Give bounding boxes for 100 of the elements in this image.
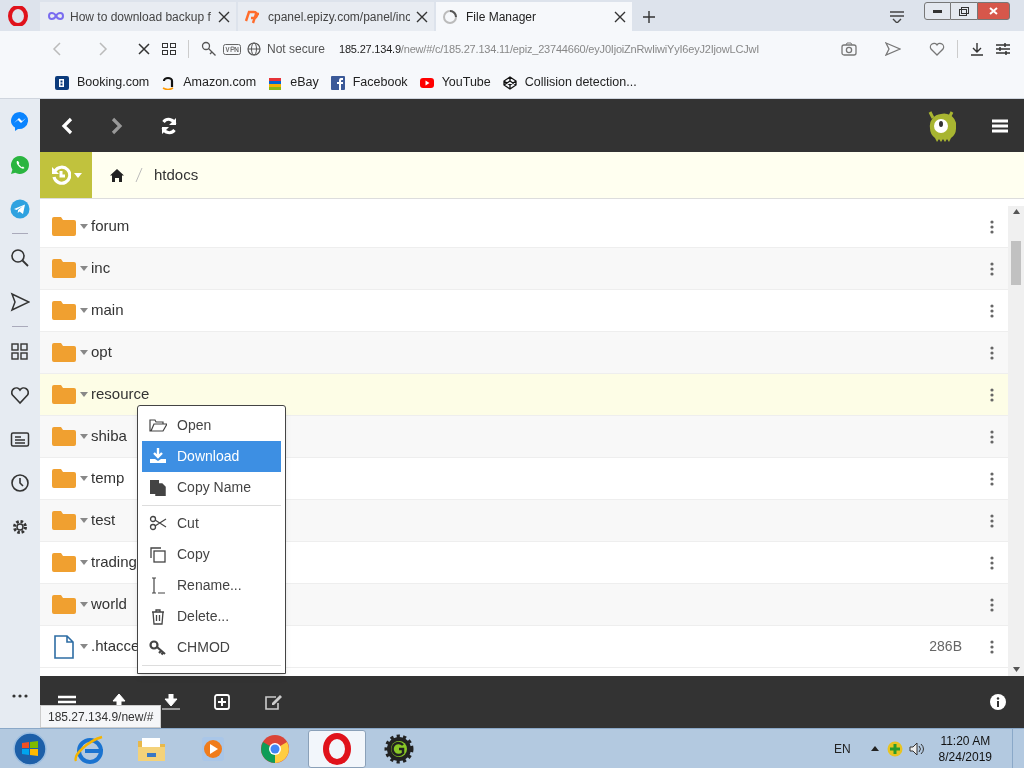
bookmark-link[interactable]: YouTube xyxy=(441,73,491,92)
window-close-button[interactable] xyxy=(977,2,1010,20)
file-row[interactable]: inc xyxy=(40,248,1008,290)
menu-icon[interactable] xyxy=(992,118,1008,133)
home-icon[interactable] xyxy=(110,168,124,182)
kebab-icon[interactable] xyxy=(990,303,994,318)
address-field[interactable]: 185.27.134.9/new/#/c/185.27.134.11/epiz_23744660/eyJ0IjoiZnRwIiwiYyI6eyJ2IjowLCJwI xyxy=(339,40,829,58)
caret-icon[interactable] xyxy=(80,308,88,313)
ebay-logo-icon xyxy=(268,75,283,90)
scrollbar[interactable] xyxy=(1008,206,1024,676)
telegram-icon[interactable] xyxy=(10,199,30,219)
caret-icon[interactable] xyxy=(80,224,88,229)
menu-item[interactable]: Cut xyxy=(142,508,281,539)
file-row[interactable]: resource xyxy=(40,374,1008,416)
browser-tab[interactable]: File Manager xyxy=(436,2,632,31)
browser-tab[interactable]: How to download backup f xyxy=(40,2,236,31)
file-name: shiba xyxy=(91,426,127,447)
minimize-button[interactable] xyxy=(924,2,951,20)
kebab-icon[interactable] xyxy=(990,429,994,444)
tray-arrow-icon[interactable] xyxy=(870,746,879,751)
download-icon[interactable] xyxy=(970,42,984,56)
clock-date[interactable]: 8/24/2019 xyxy=(938,748,992,765)
folder-icon xyxy=(52,259,76,278)
menu-item[interactable]: Copy xyxy=(142,539,281,570)
bookmark-link[interactable]: Amazon.com xyxy=(183,73,257,92)
kebab-icon[interactable] xyxy=(990,513,994,528)
send-icon[interactable] xyxy=(10,292,30,312)
refresh-icon[interactable] xyxy=(160,116,178,135)
kebab-icon[interactable] xyxy=(990,219,994,234)
facebook-logo-icon xyxy=(330,75,345,90)
stop-icon[interactable] xyxy=(138,43,150,55)
news-icon[interactable] xyxy=(10,429,30,449)
taskbar-app-button[interactable] xyxy=(308,729,366,768)
caret-icon[interactable] xyxy=(80,560,88,565)
caret-icon[interactable] xyxy=(80,266,88,271)
close-icon[interactable] xyxy=(614,10,626,23)
caret-icon[interactable] xyxy=(80,518,88,523)
scrollbar-thumb[interactable] xyxy=(1011,241,1021,285)
caret-icon[interactable] xyxy=(80,434,88,439)
history-icon xyxy=(50,165,71,185)
messenger-icon[interactable] xyxy=(10,111,30,131)
bookmark-link[interactable]: Collision detection... xyxy=(524,73,637,92)
bookmark-link[interactable]: Booking.com xyxy=(77,73,150,92)
file-name: world xyxy=(91,594,127,615)
search-icon[interactable] xyxy=(10,248,30,268)
speed-dial-icon[interactable] xyxy=(10,341,30,361)
youtube-logo-icon xyxy=(419,75,434,90)
kebab-icon[interactable] xyxy=(990,597,994,612)
caret-icon[interactable] xyxy=(80,392,88,397)
kebab-icon[interactable] xyxy=(990,639,994,654)
settings-icon[interactable] xyxy=(10,517,30,537)
tab-menu-icon[interactable] xyxy=(890,10,904,23)
clock-icon[interactable] xyxy=(10,473,30,493)
tabs-grid-icon[interactable] xyxy=(162,43,176,55)
caret-icon[interactable] xyxy=(80,476,88,481)
edit-icon[interactable] xyxy=(264,694,282,710)
caret-icon xyxy=(73,172,82,178)
key-icon xyxy=(149,639,167,656)
status-url-tooltip: 185.27.134.9/new/# xyxy=(40,705,162,728)
clock-time[interactable]: 11:20 AM xyxy=(940,732,991,749)
caret-icon[interactable] xyxy=(80,644,88,649)
settings-icon[interactable] xyxy=(996,42,1010,56)
file-name: .htacce xyxy=(91,636,140,657)
file-name: test xyxy=(91,510,116,531)
info-icon[interactable] xyxy=(990,694,1006,710)
kebab-icon[interactable] xyxy=(990,345,994,360)
language-indicator[interactable]: EN xyxy=(833,739,851,758)
bookmark-link[interactable]: eBay xyxy=(290,73,319,92)
menu-item[interactable]: CHMOD xyxy=(142,632,281,663)
browser-tab[interactable]: cpanel.epizy.com/panel/inc xyxy=(238,2,434,31)
breadcrumb-link[interactable]: htdocs xyxy=(154,163,199,187)
folder-icon xyxy=(52,301,76,320)
kebab-icon[interactable] xyxy=(990,387,994,402)
close-icon[interactable] xyxy=(416,10,428,23)
add-icon[interactable] xyxy=(214,694,230,710)
file-name: opt xyxy=(91,342,112,363)
bookmark-link[interactable]: Facebook xyxy=(352,73,408,92)
menu-item[interactable]: Copy Name xyxy=(142,472,281,503)
kebab-icon[interactable] xyxy=(990,261,994,276)
folder-icon xyxy=(52,553,76,572)
volume-icon[interactable] xyxy=(908,741,925,756)
file-row[interactable]: opt xyxy=(40,332,1008,374)
heart-icon[interactable] xyxy=(10,385,30,405)
kebab-icon[interactable] xyxy=(990,471,994,486)
download-icon xyxy=(149,448,167,465)
file-name: trading xyxy=(91,552,137,573)
camera-icon[interactable] xyxy=(841,42,857,56)
file-name: forum xyxy=(91,216,130,237)
scissors-icon xyxy=(149,515,167,532)
key-icon[interactable] xyxy=(201,41,217,57)
restore-button[interactable] xyxy=(951,2,977,20)
caret-icon[interactable] xyxy=(80,350,88,355)
breadcrumb-slash-icon xyxy=(135,168,143,182)
close-icon[interactable] xyxy=(218,10,230,23)
forward-icon[interactable] xyxy=(110,116,124,135)
new-tab-icon[interactable] xyxy=(643,10,655,23)
kebab-icon[interactable] xyxy=(990,555,994,570)
caret-icon[interactable] xyxy=(80,602,88,607)
more-icon[interactable] xyxy=(12,694,28,698)
vpn-icon[interactable] xyxy=(223,43,241,55)
